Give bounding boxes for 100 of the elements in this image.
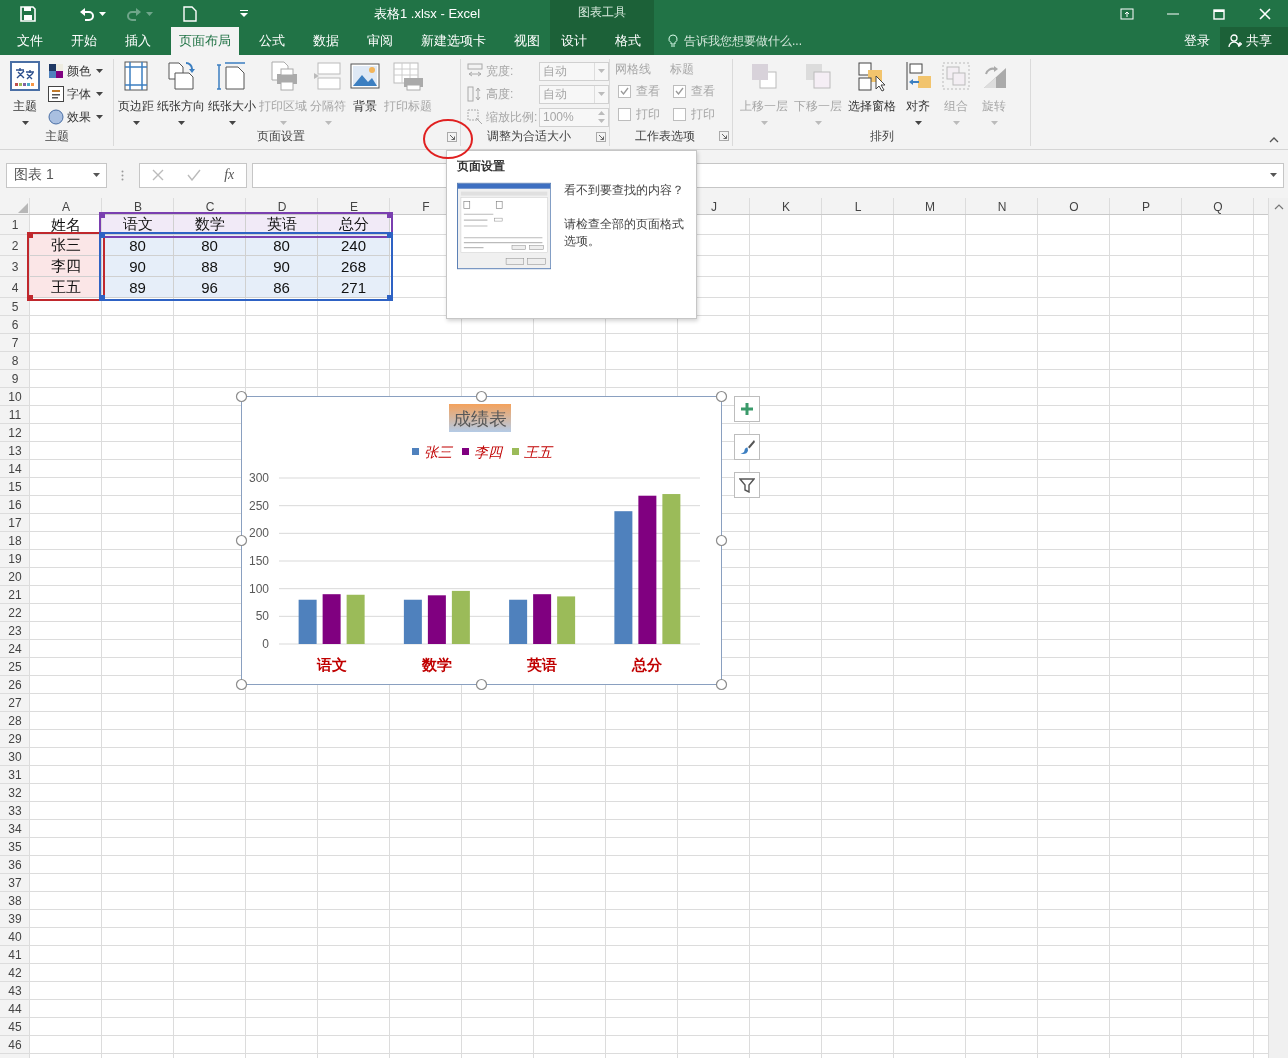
- resize-handle[interactable]: [235, 534, 248, 547]
- column-header[interactable]: N: [966, 198, 1038, 215]
- resize-handle[interactable]: [235, 678, 248, 691]
- customize-icon[interactable]: [240, 9, 248, 18]
- row-header[interactable]: 1: [0, 215, 30, 235]
- ribbon-button[interactable]: 纸张方向: [156, 59, 206, 127]
- row-header[interactable]: 44: [0, 1000, 30, 1018]
- row-header[interactable]: 19: [0, 550, 30, 568]
- row-header[interactable]: 35: [0, 838, 30, 856]
- row-header[interactable]: 8: [0, 352, 30, 370]
- legend-label[interactable]: 王五: [524, 444, 552, 460]
- share-button[interactable]: 共享: [1220, 27, 1288, 55]
- scrollbar[interactable]: [1268, 198, 1288, 1058]
- ribbon-tab[interactable]: 审阅: [359, 27, 401, 55]
- cancel-icon[interactable]: [151, 169, 164, 181]
- row-header[interactable]: 43: [0, 982, 30, 1000]
- row-header[interactable]: 21: [0, 586, 30, 604]
- column-header[interactable]: O: [1038, 198, 1110, 215]
- column-header[interactable]: B: [102, 198, 174, 215]
- row-header[interactable]: 33: [0, 802, 30, 820]
- dialog-launcher-icon[interactable]: [596, 131, 606, 142]
- row-header[interactable]: 29: [0, 730, 30, 748]
- ribbon-button[interactable]: 字体: [48, 84, 103, 104]
- column-header[interactable]: D: [246, 198, 318, 215]
- ribbon-button[interactable]: 背景: [348, 59, 382, 127]
- row-header[interactable]: 42: [0, 964, 30, 982]
- row-header[interactable]: 39: [0, 910, 30, 928]
- resize-handle[interactable]: [715, 678, 728, 691]
- ribbon-button[interactable]: 选择窗格: [847, 59, 897, 127]
- row-header[interactable]: 7: [0, 334, 30, 352]
- row-header[interactable]: 15: [0, 478, 30, 496]
- row-header[interactable]: 34: [0, 820, 30, 838]
- chart-filters-button[interactable]: [734, 472, 760, 498]
- row-header[interactable]: 37: [0, 874, 30, 892]
- row-header[interactable]: 36: [0, 856, 30, 874]
- ribbon-tab[interactable]: 设计: [553, 27, 595, 55]
- row-header[interactable]: 22: [0, 604, 30, 622]
- ribbon-tab[interactable]: 文件: [9, 27, 51, 55]
- maximize-icon[interactable]: [1212, 7, 1226, 20]
- row-header[interactable]: 9: [0, 370, 30, 388]
- row-header[interactable]: 40: [0, 928, 30, 946]
- search-field[interactable]: 告诉我您想要做什么...: [682, 27, 886, 55]
- bar[interactable]: [533, 594, 552, 644]
- column-header[interactable]: L: [822, 198, 894, 215]
- sign-in-link[interactable]: 登录: [1174, 27, 1220, 55]
- row-header[interactable]: 25: [0, 658, 30, 676]
- ribbon-tab[interactable]: 开始: [63, 27, 105, 55]
- row-header[interactable]: 16: [0, 496, 30, 514]
- legend-label[interactable]: 李四: [474, 444, 502, 460]
- row-header[interactable]: 27: [0, 694, 30, 712]
- row-header[interactable]: 26: [0, 676, 30, 694]
- column-header[interactable]: A: [30, 198, 102, 215]
- row-header[interactable]: 23: [0, 622, 30, 640]
- insert-function-button[interactable]: fx: [224, 167, 235, 183]
- chart-styles-button[interactable]: [734, 434, 760, 460]
- chart-title[interactable]: 成绩表: [453, 409, 507, 429]
- row-header[interactable]: 20: [0, 568, 30, 586]
- column-header[interactable]: Q: [1182, 198, 1254, 215]
- ribbon-button[interactable]: 主题: [8, 59, 42, 127]
- ribbon-button[interactable]: 页边距: [117, 59, 155, 127]
- row-header[interactable]: 11: [0, 406, 30, 424]
- row-header[interactable]: 38: [0, 892, 30, 910]
- collapse-ribbon-icon[interactable]: [1269, 137, 1279, 143]
- name-box[interactable]: 图表 1: [6, 162, 107, 188]
- row-header[interactable]: 5: [0, 298, 30, 316]
- bar[interactable]: [638, 495, 657, 644]
- legend-label[interactable]: 张三: [424, 444, 452, 460]
- row-header[interactable]: 2: [0, 235, 30, 256]
- dialog-launcher-icon[interactable]: [719, 131, 729, 141]
- column-header[interactable]: E: [318, 198, 390, 215]
- select-all-icon[interactable]: [18, 203, 28, 213]
- ribbon-tab[interactable]: 数据: [305, 27, 347, 55]
- ribbon-tab[interactable]: 新建选项卡: [413, 27, 494, 55]
- ribbon-display-icon[interactable]: [1120, 7, 1134, 20]
- row-header[interactable]: 10: [0, 388, 30, 406]
- close-icon[interactable]: [1258, 7, 1272, 20]
- row-header[interactable]: 12: [0, 424, 30, 442]
- undo-icon[interactable]: [79, 5, 95, 22]
- ribbon-button[interactable]: 纸张大小: [207, 59, 257, 127]
- row-header[interactable]: 46: [0, 1036, 30, 1054]
- ribbon-button[interactable]: 颜色: [48, 61, 103, 81]
- row-header[interactable]: 13: [0, 442, 30, 460]
- redo-icon[interactable]: [126, 5, 142, 22]
- new-document-icon[interactable]: [183, 5, 197, 22]
- column-header[interactable]: C: [174, 198, 246, 215]
- check-icon[interactable]: [186, 169, 201, 181]
- dialog-launcher-icon[interactable]: [447, 131, 457, 142]
- row-header[interactable]: 6: [0, 316, 30, 334]
- row-header[interactable]: 17: [0, 514, 30, 532]
- chart-elements-button[interactable]: [734, 396, 760, 422]
- ribbon-button[interactable]: 效果: [48, 107, 103, 127]
- ribbon-button[interactable]: 对齐: [901, 59, 935, 127]
- scroll-up-icon[interactable]: [1273, 204, 1284, 210]
- ribbon-tab[interactable]: 插入: [117, 27, 159, 55]
- column-header[interactable]: K: [750, 198, 822, 215]
- resize-handle[interactable]: [715, 534, 728, 547]
- resize-handle[interactable]: [475, 390, 488, 403]
- bar[interactable]: [509, 599, 528, 644]
- row-header[interactable]: 24: [0, 640, 30, 658]
- ribbon-tab[interactable]: 公式: [251, 27, 293, 55]
